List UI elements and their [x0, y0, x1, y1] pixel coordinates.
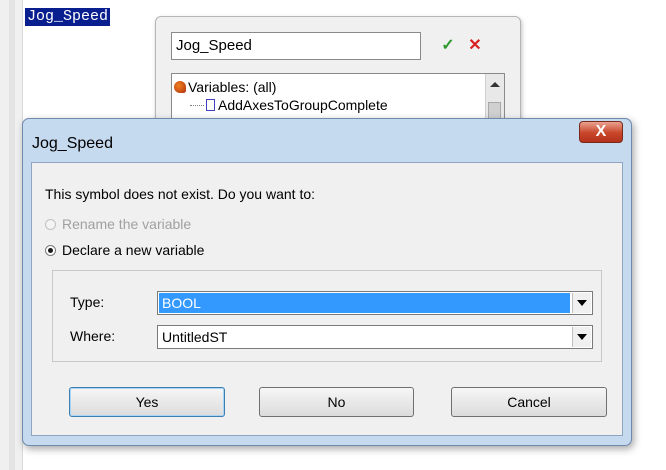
type-select[interactable]: BOOL — [157, 291, 593, 315]
tree-root-label: Variables: (all) — [188, 79, 277, 95]
rename-variable-option[interactable]: Rename the variable — [45, 216, 191, 232]
tree-item[interactable]: AddAxesToGroupComplete — [190, 97, 388, 113]
cancel-x-icon[interactable]: ✕ — [464, 35, 486, 57]
radio-unchecked-icon[interactable] — [45, 219, 56, 230]
chevron-down-icon[interactable] — [572, 327, 591, 347]
no-button[interactable]: No — [259, 387, 414, 417]
declare-variable-dialog: Jog_Speed X This symbol does not exist. … — [22, 118, 632, 446]
type-select-value: BOOL — [159, 293, 570, 313]
tree-connector — [190, 105, 204, 106]
chevron-down-icon[interactable] — [572, 293, 591, 313]
variables-folder-icon — [174, 81, 186, 93]
scroll-up-arrow-icon[interactable] — [490, 82, 500, 87]
cancel-button[interactable]: Cancel — [451, 387, 607, 417]
where-select[interactable]: UntitledST — [157, 325, 593, 349]
close-button[interactable]: X — [579, 121, 623, 143]
tree-item-label: AddAxesToGroupComplete — [218, 97, 388, 113]
yes-button[interactable]: Yes — [69, 387, 225, 417]
variable-icon — [206, 99, 215, 111]
confirm-check-icon[interactable]: ✓ — [437, 35, 459, 57]
type-label: Type: — [70, 294, 105, 310]
radio-checked-icon[interactable] — [45, 245, 56, 256]
dialog-title: Jog_Speed — [32, 135, 113, 152]
editor-gutter — [0, 0, 23, 470]
declare-variable-option[interactable]: Declare a new variable — [45, 242, 204, 258]
declaration-group: Type: BOOL Where: UntitledST — [52, 270, 602, 362]
dialog-body: This symbol does not exist. Do you want … — [31, 162, 623, 436]
rename-variable-label: Rename the variable — [62, 216, 192, 232]
tree-root-item[interactable]: Variables: (all) — [174, 79, 276, 95]
where-select-value: UntitledST — [162, 329, 228, 345]
selected-code-text[interactable]: Jog_Speed — [25, 8, 111, 26]
where-label: Where: — [70, 328, 116, 344]
dialog-message: This symbol does not exist. Do you want … — [45, 186, 316, 202]
popup-search-input[interactable]: Jog_Speed — [171, 32, 421, 60]
declare-variable-label: Declare a new variable — [62, 242, 205, 258]
